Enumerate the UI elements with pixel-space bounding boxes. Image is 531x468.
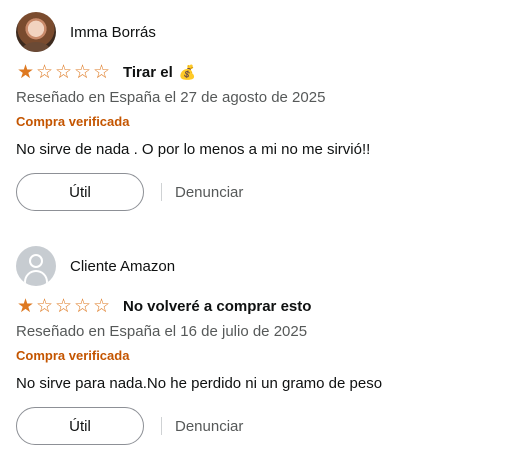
review-body: No sirve de nada . O por lo menos a mi n…	[16, 141, 371, 158]
report-link[interactable]: Denunciar	[175, 418, 243, 435]
review-date: Reseñado en España el 27 de agosto de 20…	[16, 89, 326, 106]
review-item: Cliente Amazon ★ ☆ ☆ ☆ ☆ No volveré a co…	[16, 246, 516, 445]
review-date: Reseñado en España el 16 de julio de 202…	[16, 323, 308, 340]
review-title[interactable]: Tirar el 💰	[123, 64, 196, 81]
star-empty-icon: ☆	[54, 295, 73, 317]
star-rating[interactable]: ★ ☆ ☆ ☆ ☆	[16, 296, 111, 316]
star-empty-icon: ☆	[35, 295, 54, 317]
star-empty-icon: ☆	[92, 61, 111, 83]
review-body: No sirve para nada.No he perdido ni un g…	[16, 375, 383, 392]
helpful-button[interactable]: Útil	[16, 407, 144, 445]
divider	[161, 183, 162, 201]
money-bag-icon: 💰	[178, 64, 197, 81]
rating-line: ★ ☆ ☆ ☆ ☆ No volveré a comprar esto	[16, 295, 516, 317]
review-title[interactable]: No volveré a comprar esto	[123, 298, 311, 315]
star-empty-icon: ☆	[73, 295, 92, 317]
avatar	[16, 12, 56, 52]
verified-purchase-badge: Compra verificada	[16, 114, 130, 129]
reviewer-name: Cliente Amazon	[70, 257, 176, 275]
helpful-button[interactable]: Útil	[16, 173, 144, 211]
star-rating[interactable]: ★ ☆ ☆ ☆ ☆	[16, 62, 111, 82]
verified-purchase-badge: Compra verificada	[16, 348, 130, 363]
star-empty-icon: ☆	[54, 61, 73, 83]
star-empty-icon: ☆	[35, 61, 54, 83]
report-link[interactable]: Denunciar	[175, 184, 243, 201]
review-actions: Útil Denunciar	[16, 173, 516, 211]
star-filled-icon: ★	[16, 61, 35, 83]
review-item: Imma Borrás ★ ☆ ☆ ☆ ☆ Tirar el 💰 Reseñado…	[16, 12, 516, 211]
rating-line: ★ ☆ ☆ ☆ ☆ Tirar el 💰	[16, 61, 516, 83]
review-title-text: Tirar el	[123, 63, 173, 81]
star-empty-icon: ☆	[73, 61, 92, 83]
star-empty-icon: ☆	[92, 295, 111, 317]
reviewer-profile[interactable]: Imma Borrás	[16, 12, 516, 52]
reviewer-name: Imma Borrás	[70, 23, 156, 41]
review-actions: Útil Denunciar	[16, 407, 516, 445]
divider	[161, 417, 162, 435]
reviewer-profile[interactable]: Cliente Amazon	[16, 246, 516, 286]
star-filled-icon: ★	[16, 295, 35, 317]
default-user-icon	[16, 246, 56, 286]
